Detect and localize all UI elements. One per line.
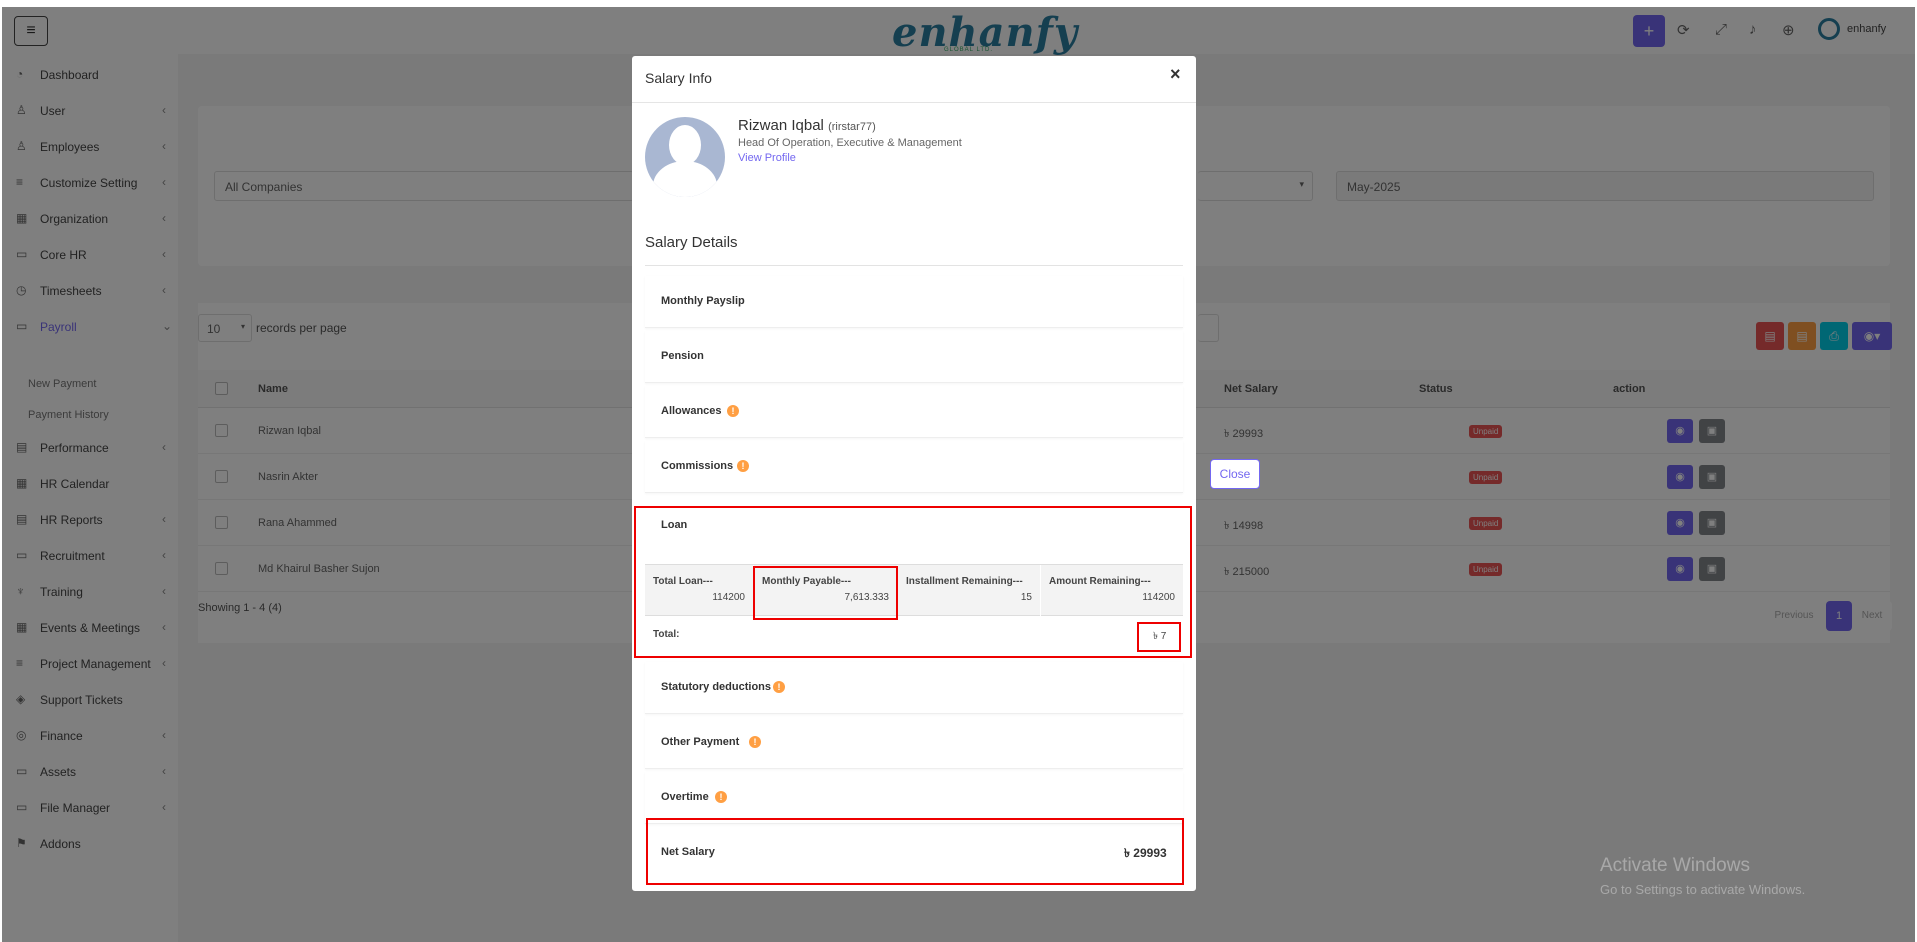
info-icon[interactable]: ! xyxy=(737,460,749,472)
section-overtime[interactable]: Overtime! xyxy=(645,772,1183,824)
employee-username: (rirstar77) xyxy=(828,121,876,133)
divider xyxy=(645,265,1183,266)
employee-name: Rizwan Iqbal xyxy=(738,117,824,134)
info-icon[interactable]: ! xyxy=(749,736,761,748)
section-pension[interactable]: Pension xyxy=(645,331,1183,383)
employee-role: Head Of Operation, Executive & Managemen… xyxy=(738,137,962,149)
loan-cell-installment-remaining: Installment Remaining--- 15 xyxy=(897,565,1040,617)
employee-avatar xyxy=(645,117,725,197)
employee-name-line: Rizwan Iqbal (rirstar77) xyxy=(738,117,876,134)
windows-watermark-title: Activate Windows xyxy=(1600,855,1750,876)
loan-total-value: ৳ 7 xyxy=(1153,631,1167,642)
salary-info-modal: Salary Info × Rizwan Iqbal (rirstar77) H… xyxy=(632,56,1196,891)
section-allowances[interactable]: Allowances! xyxy=(645,386,1183,438)
section-label: Overtime xyxy=(661,791,709,803)
close-button[interactable]: Close xyxy=(1210,459,1260,489)
windows-watermark-subtitle: Go to Settings to activate Windows. xyxy=(1600,882,1806,897)
section-label: Allowances xyxy=(661,405,722,417)
loan-value: 15 xyxy=(1020,592,1032,603)
section-label: Monthly Payslip xyxy=(661,295,745,307)
section-other-payment[interactable]: Other Payment! xyxy=(645,717,1183,769)
modal-close-icon[interactable]: × xyxy=(1170,64,1181,85)
loan-cell-amount-remaining: Amount Remaining--- 114200 xyxy=(1040,565,1183,617)
section-label: Other Payment xyxy=(661,736,740,748)
section-statutory-deductions[interactable]: Statutory deductions! xyxy=(645,662,1183,714)
loan-value: 114200 xyxy=(712,592,745,603)
view-profile-link[interactable]: View Profile xyxy=(738,152,796,164)
loan-cell-total: Total Loan--- 114200 xyxy=(645,565,753,617)
loan-header: Monthly Payable--- xyxy=(762,576,851,587)
loan-value: 114200 xyxy=(1142,592,1175,603)
section-monthly-payslip[interactable]: Monthly Payslip xyxy=(645,276,1183,328)
avatar-body-shape xyxy=(653,161,717,197)
net-salary-label: Net Salary xyxy=(661,846,715,858)
loan-cell-monthly-payable: Monthly Payable--- 7,613.333 xyxy=(753,565,897,617)
highlight-net-salary xyxy=(646,818,1184,885)
loan-header: Installment Remaining--- xyxy=(906,576,1023,587)
section-label: Statutory deductions xyxy=(661,681,772,693)
loan-header: Total Loan--- xyxy=(653,576,713,587)
net-salary-value: ৳ 29993 xyxy=(1124,846,1167,860)
divider xyxy=(632,102,1196,103)
section-label: Pension xyxy=(661,350,704,362)
loan-table: Total Loan--- 114200 Monthly Payable--- 7,… xyxy=(645,564,1183,617)
modal-title: Salary Info xyxy=(645,70,712,86)
avatar-head-shape xyxy=(669,125,701,165)
section-label: Loan xyxy=(661,519,688,531)
section-label: Commissions xyxy=(661,460,734,472)
section-commissions[interactable]: Commissions! xyxy=(645,441,1183,493)
info-icon[interactable]: ! xyxy=(727,405,739,417)
salary-details-title: Salary Details xyxy=(645,234,738,251)
loan-value: 7,613.333 xyxy=(844,592,890,603)
loan-total-label: Total: xyxy=(653,629,680,640)
info-icon[interactable]: ! xyxy=(773,681,785,693)
loan-header: Amount Remaining--- xyxy=(1049,576,1151,587)
info-icon[interactable]: ! xyxy=(715,791,727,803)
